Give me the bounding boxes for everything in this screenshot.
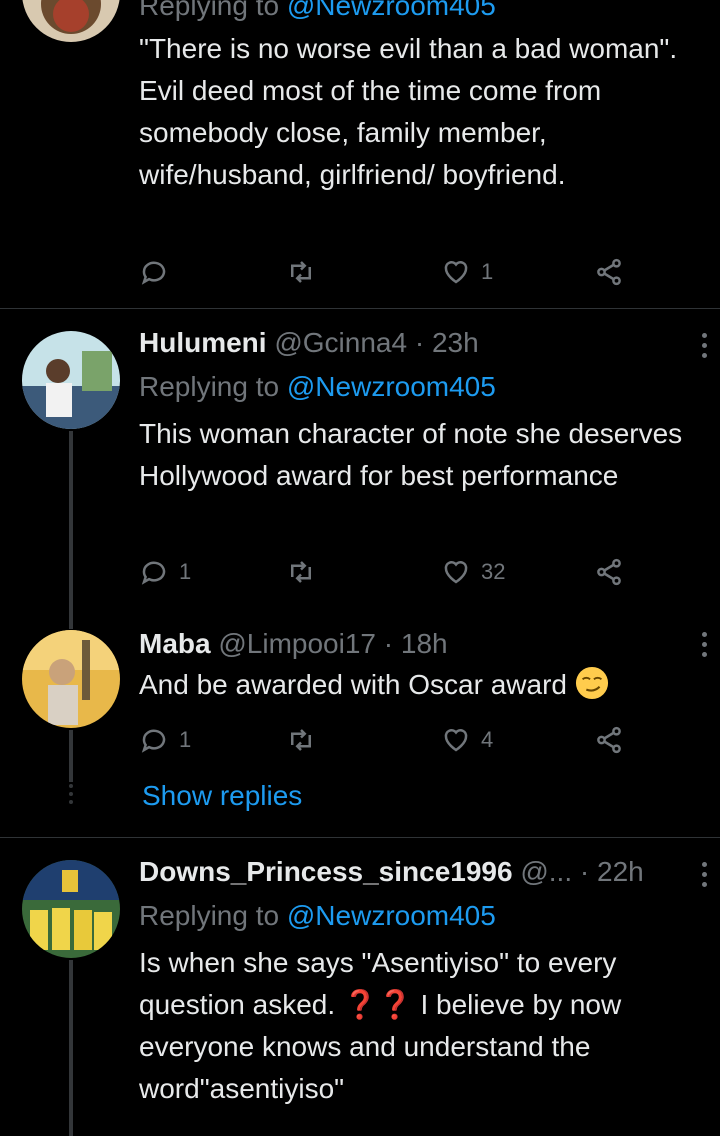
share-button[interactable] bbox=[594, 720, 624, 760]
reply-icon bbox=[141, 561, 166, 585]
tweet-header: Maba @Limpooi17 · 18h bbox=[139, 626, 680, 662]
smirking-face-icon bbox=[575, 666, 608, 700]
like-button[interactable]: 4 bbox=[441, 720, 493, 760]
tweet-actions: 1 32 bbox=[139, 552, 639, 592]
question-mark-emoji: ❓❓ bbox=[342, 989, 413, 1020]
share-icon bbox=[597, 258, 621, 286]
tweet-time: · 22h bbox=[579, 856, 644, 887]
avatar[interactable] bbox=[22, 630, 120, 728]
reply-button[interactable] bbox=[139, 252, 179, 292]
like-button[interactable]: 1 bbox=[441, 252, 493, 292]
share-icon bbox=[597, 558, 621, 586]
mention-link[interactable]: @Newzroom405 bbox=[287, 900, 496, 931]
tweet-actions: 1 4 bbox=[139, 720, 639, 760]
tweet-1[interactable]: Replying to @Newzroom405 "There is no wo… bbox=[0, 0, 720, 308]
retweet-button[interactable] bbox=[286, 252, 326, 292]
share-icon bbox=[597, 726, 621, 754]
replying-to: Replying to @Newzroom405 bbox=[139, 900, 496, 931]
heart-icon bbox=[444, 729, 468, 752]
avatar[interactable] bbox=[22, 0, 120, 42]
retweet-button[interactable] bbox=[286, 552, 326, 592]
tweet-4[interactable]: Downs_Princess_since1996 @... · 22h Repl… bbox=[0, 838, 720, 1136]
heart-icon bbox=[444, 561, 468, 584]
reply-icon bbox=[141, 261, 166, 285]
tweet-time: · 18h bbox=[383, 628, 448, 659]
more-button[interactable] bbox=[702, 862, 708, 887]
tweet-2[interactable]: Hulumeni @Gcinna4 · 23h Replying to @New… bbox=[0, 309, 720, 629]
user-handle[interactable]: @Limpooi17 bbox=[218, 628, 376, 659]
user-name[interactable]: Hulumeni bbox=[139, 327, 267, 358]
tweet-header: Downs_Princess_since1996 @... · 22h bbox=[139, 854, 680, 890]
thread-line bbox=[69, 431, 73, 629]
replying-to: Replying to @Newzroom405 bbox=[139, 0, 496, 24]
tweet-actions: 1 bbox=[139, 252, 639, 292]
mention-link[interactable]: @Newzroom405 bbox=[287, 371, 496, 402]
user-name[interactable]: Downs_Princess_since1996 bbox=[139, 856, 513, 887]
tweet-3[interactable]: Maba @Limpooi17 · 18h And be awarded wit… bbox=[0, 612, 720, 836]
replying-to: Replying to @Newzroom405 bbox=[139, 371, 496, 402]
more-button[interactable] bbox=[702, 333, 708, 358]
tweet-time: · 23h bbox=[414, 327, 479, 358]
reply-icon bbox=[141, 729, 166, 753]
retweet-button[interactable] bbox=[286, 720, 326, 760]
avatar[interactable] bbox=[22, 860, 120, 958]
mention-link[interactable]: @Newzroom405 bbox=[287, 0, 496, 21]
reply-button[interactable]: 1 bbox=[139, 552, 191, 592]
like-button[interactable]: 32 bbox=[441, 552, 505, 592]
share-button[interactable] bbox=[594, 552, 624, 592]
tweet-header: Hulumeni @Gcinna4 · 23h bbox=[139, 325, 680, 361]
show-replies-link[interactable]: Show replies bbox=[142, 778, 302, 814]
user-handle[interactable]: @... bbox=[520, 856, 572, 887]
tweet-text: "There is no worse evil than a bad woman… bbox=[139, 33, 678, 190]
tweet-text: Is when she says "Asentiyiso" to every q… bbox=[139, 947, 622, 1104]
user-handle[interactable]: @Gcinna4 bbox=[274, 327, 407, 358]
user-name[interactable]: Maba bbox=[139, 628, 211, 659]
heart-icon bbox=[444, 261, 468, 284]
reply-button[interactable]: 1 bbox=[139, 720, 191, 760]
thread-line bbox=[69, 960, 73, 1136]
retweet-icon bbox=[291, 561, 311, 583]
retweet-icon bbox=[291, 729, 311, 751]
thread-dots bbox=[69, 784, 73, 804]
thread-line bbox=[69, 730, 73, 782]
share-button[interactable] bbox=[594, 252, 624, 292]
avatar[interactable] bbox=[22, 331, 120, 429]
more-button[interactable] bbox=[702, 632, 708, 657]
retweet-icon bbox=[291, 261, 311, 283]
tweet-text: And be awarded with Oscar award bbox=[139, 664, 699, 706]
tweet-text: This woman character of note she deserve… bbox=[139, 418, 683, 491]
